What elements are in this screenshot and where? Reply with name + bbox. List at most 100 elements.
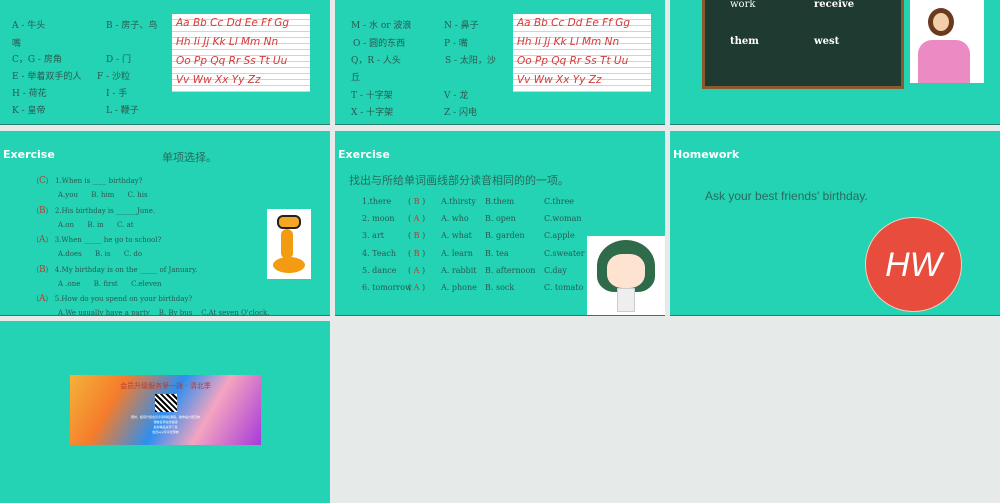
slide-thumbnail-3[interactable]: work receive them west [670, 0, 1000, 125]
option-a: A. learn [441, 248, 473, 258]
alphabet-row: Aa Bb Cc Dd Ee Ff Gg [517, 17, 630, 29]
option-a: A.thirsty [441, 197, 476, 206]
answer-slot: ( B ) [408, 248, 426, 258]
letter-item: B - 房子、鸟 [106, 21, 158, 31]
question-row: （A） 5.How do you spend on your birthday? [32, 294, 193, 304]
question-text: 3.When _____ he go to school? [54, 236, 162, 244]
question-row: （B） 2.His birthday is ______June. [32, 205, 156, 216]
answer-mark: B [413, 231, 420, 241]
snake-illustration [267, 209, 311, 279]
question-options: A.on B. in C. at [58, 220, 134, 229]
slide-title: Exercise [3, 148, 55, 161]
alphabet-row: Oo Pp Qq Rr Ss Tt Uu [517, 55, 629, 67]
banner-title: 会员升级服务第一拨 · 清北季 [120, 382, 211, 390]
slide-heading: 单项选择。 [162, 151, 217, 164]
letter-item: V - 龙 [444, 91, 469, 101]
alphabet-row: Hh Ii Jj Kk Ll Mm Nn [517, 36, 620, 48]
answer-mark: B [39, 264, 46, 275]
letter-item: 丘 [351, 73, 361, 83]
option-c: C.woman [544, 214, 582, 224]
letter-item: I - 手 [106, 89, 128, 99]
option-c: C.three [544, 197, 575, 206]
slide-thumbnail-2[interactable]: M - 水 or 波浪 N - 鼻子 O - 圆的东西 P - 嘴 Q，R - … [335, 0, 665, 125]
promo-banner[interactable]: 会员升级服务第一拨 · 清北季 限时，超值升级会员享受特权课程，助你提分更高效 … [70, 375, 261, 445]
letter-item: D - 门 [106, 55, 131, 65]
alphabet-row: Vv Ww Xx Yy Zz [517, 74, 602, 86]
slide-thumbnail-4[interactable]: Exercise 单项选择。 （C） 1.When is ____ birthd… [0, 131, 330, 316]
option-c: C.apple [544, 231, 575, 241]
target-word: 6. tomorrow [362, 283, 412, 292]
letter-item: H - 荷花 [12, 89, 47, 99]
option-c: C. tomato [544, 283, 584, 292]
answer-mark: A [413, 214, 420, 224]
question-options: A.We usually have a party B. By bus C.At… [58, 309, 270, 316]
anime-girl-illustration [587, 236, 665, 315]
question-text: 5.How do you spend on your birthday? [54, 295, 193, 303]
question-text: 2.His birthday is ______June. [54, 206, 156, 215]
letter-item: X - 十字架 [351, 108, 394, 118]
answer-slot: ( B ) [408, 231, 426, 241]
letter-item: T - 十字架 [351, 91, 393, 101]
board-word: work [730, 0, 756, 10]
slide-thumbnail-6[interactable]: Homework Ask your best friends' birthday… [670, 131, 1000, 316]
letter-item: C，G - 房角 [12, 55, 62, 65]
letter-item: Z - 闪电 [444, 108, 478, 118]
question-text: 1.When is ____ birthday? [55, 177, 143, 185]
letter-item: 嘴 [12, 39, 22, 49]
option-a: A. rabbit [441, 265, 477, 275]
answer-mark: A [413, 265, 420, 275]
board-word: them [730, 36, 759, 47]
answer-mark: A [39, 235, 46, 245]
option-b: B.them [485, 197, 515, 206]
letter-item: L - 鞭子 [106, 106, 139, 116]
letter-item: O - 圆的东西 [353, 39, 406, 49]
slide-title: Exercise [338, 148, 390, 161]
letter-item: Q，R - 人头 [351, 56, 401, 66]
target-word: 3. art [362, 231, 384, 241]
board-word: west [814, 36, 840, 47]
question-row: （C） 1.When is ____ birthday? [32, 176, 143, 186]
slide-thumbnail-1[interactable]: A - 牛头 B - 房子、鸟 嘴 C，G - 房角 D - 门 E - 举着双… [0, 0, 330, 125]
alphabet-row: Hh Ii Jj Kk Ll Mm Nn [176, 36, 279, 48]
answer-slot: ( A ) [408, 283, 426, 292]
option-c: C.sweater [544, 248, 585, 258]
letter-item: M - 水 or 波浪 [351, 21, 412, 31]
letter-item: N - 鼻子 [444, 21, 479, 31]
target-word: 1.there [362, 197, 392, 206]
alphabet-chart: Aa Bb Cc Dd Ee Ff Gg Hh Ii Jj Kk Ll Mm N… [172, 14, 310, 92]
slide-thumbnail-7[interactable]: 会员升级服务第一拨 · 清北季 限时，超值升级会员享受特权课程，助你提分更高效 … [0, 321, 330, 503]
option-a: A. who [441, 214, 469, 224]
answer-mark: B [413, 248, 420, 258]
question-row: （A） 3.When _____ he go to school? [32, 235, 162, 245]
option-b: B. garden [485, 231, 525, 241]
slide-thumbnail-5[interactable]: Exercise 找出与所给单词画线部分读音相同的的一项。 1.there ( … [335, 131, 665, 316]
answer-mark: C [39, 176, 46, 186]
answer-slot: ( A ) [408, 214, 426, 224]
target-word: 4. Teach [362, 248, 397, 258]
board-word: receive [814, 0, 855, 10]
option-a: A. what [441, 231, 472, 241]
question-text: 4.My birthday is on the _____ of January… [54, 265, 198, 274]
answer-mark: A [413, 283, 420, 292]
letter-item: P - 嘴 [444, 39, 468, 49]
alphabet-row: Oo Pp Qq Rr Ss Tt Uu [176, 55, 288, 67]
alphabet-row: Vv Ww Xx Yy Zz [176, 74, 261, 86]
option-b: B. tea [485, 248, 509, 258]
answer-mark: B [413, 197, 420, 206]
option-b: B. open [485, 214, 516, 224]
letter-item: E - 举着双手的人 [12, 72, 82, 82]
option-c: C.day [544, 265, 567, 275]
teacher-illustration [910, 0, 984, 83]
question-row: （B） 4.My birthday is on the _____ of Jan… [32, 264, 198, 275]
qr-code [154, 394, 177, 412]
hw-logo: HW [865, 217, 962, 312]
answer-mark: B [39, 205, 46, 216]
letter-item: A - 牛头 [12, 21, 46, 31]
slide-heading: 找出与所给单词画线部分读音相同的的一项。 [349, 174, 569, 187]
option-b: B. afternoon [485, 265, 536, 275]
alphabet-row: Aa Bb Cc Dd Ee Ff Gg [176, 17, 289, 29]
question-options: A .one B. first C.eleven [58, 279, 162, 288]
option-b: B. sock [485, 283, 515, 292]
banner-line: 会员app专享优惠券 [152, 430, 179, 434]
option-a: A. phone [441, 283, 477, 292]
